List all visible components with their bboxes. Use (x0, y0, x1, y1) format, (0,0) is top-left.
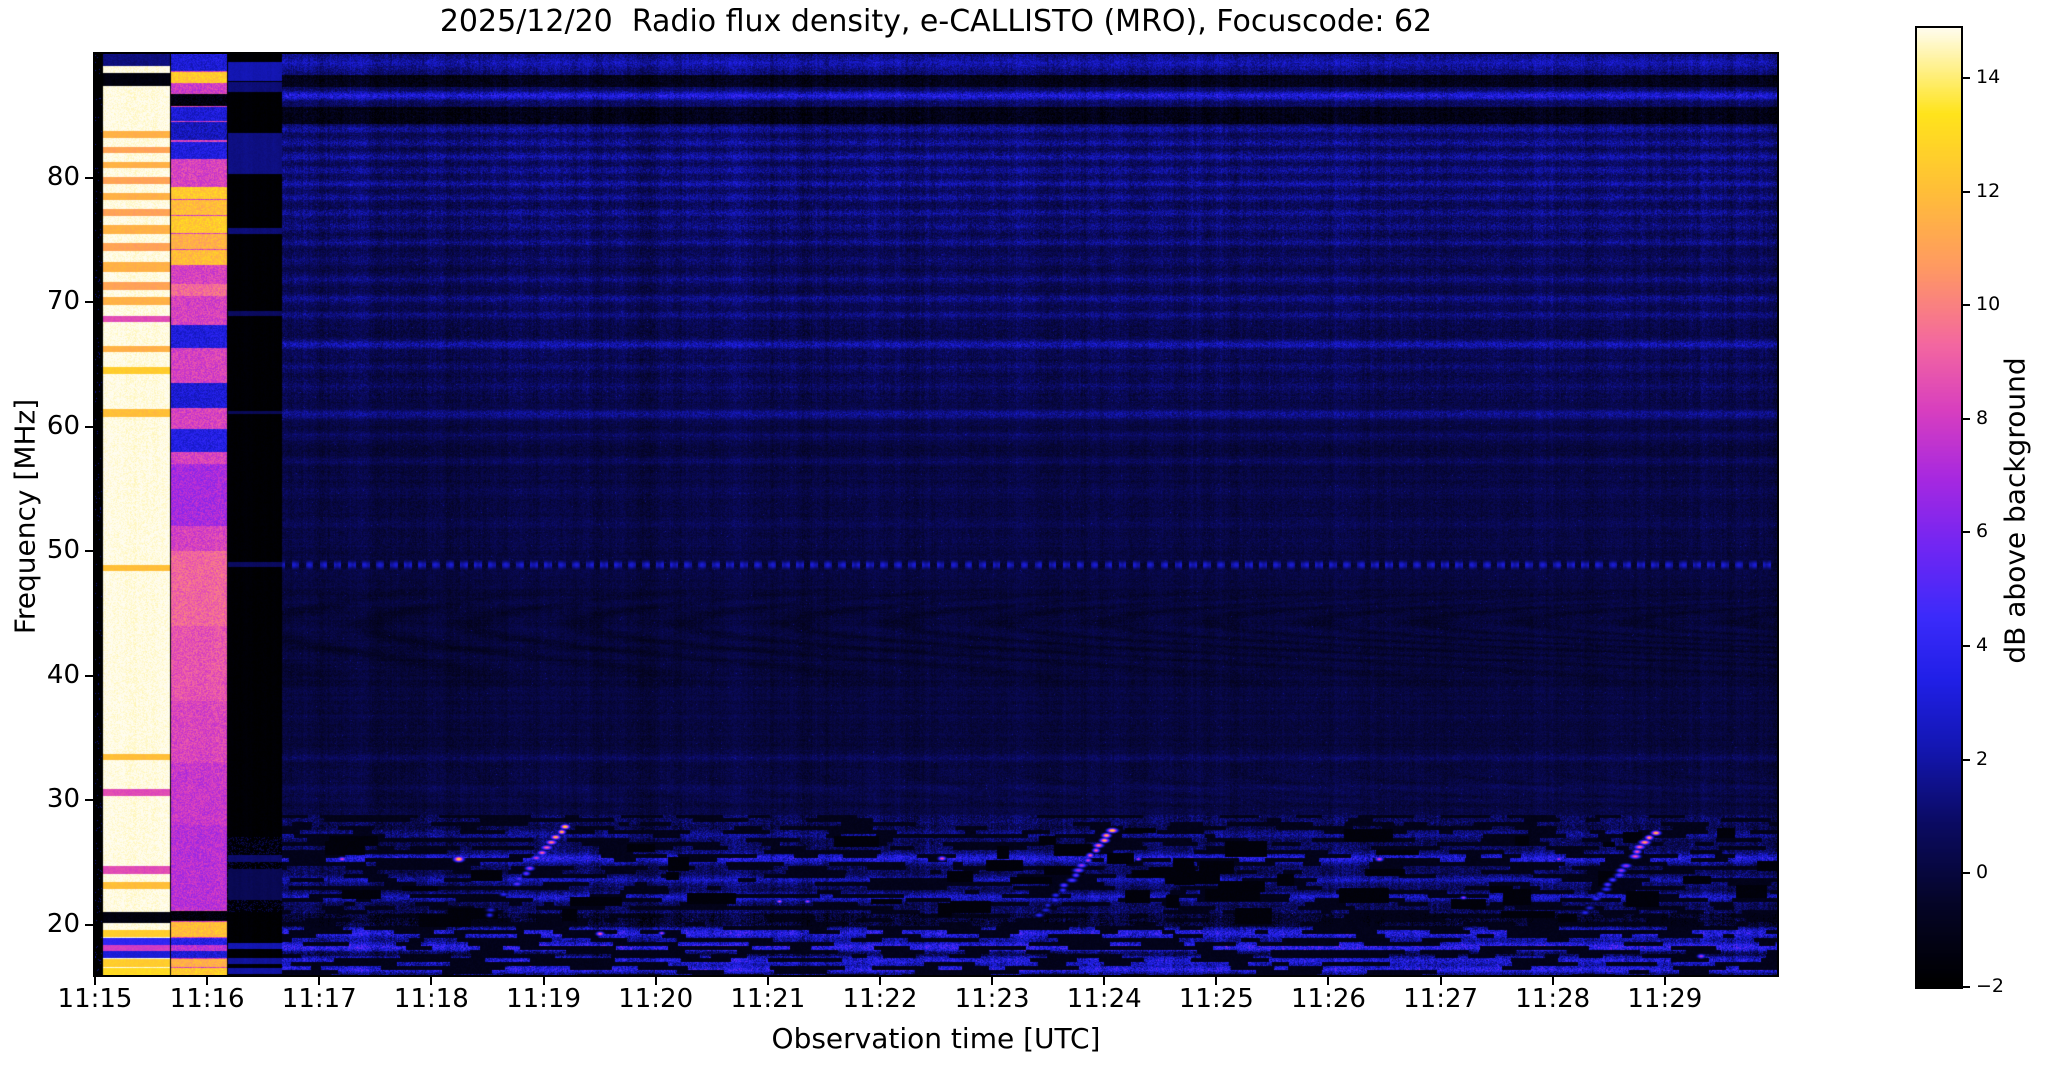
x-tick-label: 11:26 (1290, 984, 1366, 1014)
x-tick-label: 11:18 (393, 984, 469, 1014)
colorbar-tick-mark (1962, 872, 1970, 875)
y-tick-label: 30 (46, 784, 80, 815)
colorbar-tick-label: 2 (1976, 747, 1989, 770)
colorbar-tick-mark (1962, 76, 1970, 79)
y-tick-mark (85, 923, 94, 926)
colorbar-tick-mark (1962, 531, 1970, 534)
y-axis-label: Frequency [MHz] (8, 398, 42, 635)
x-tick-label: 11:19 (506, 984, 581, 1014)
x-tick-label: 11:20 (618, 984, 694, 1014)
y-tick-mark (85, 799, 94, 802)
colorbar-tick-label: 12 (1976, 179, 2001, 202)
x-tick-label: 11:15 (57, 984, 133, 1014)
x-tick-label: 11:24 (1066, 984, 1142, 1014)
x-tick-label: 11:29 (1627, 984, 1703, 1014)
colorbar-tick-mark (1962, 190, 1970, 193)
x-tick-label: 11:22 (842, 984, 918, 1014)
x-tick-label: 11:17 (281, 984, 357, 1014)
x-tick-label: 11:23 (954, 984, 1030, 1014)
x-tick-label: 11:21 (730, 984, 806, 1014)
y-tick-label: 20 (46, 908, 80, 939)
colorbar-label: dB above background (1998, 357, 2032, 664)
figure-root: 2025/12/20 Radio flux density, e-CALLIST… (0, 0, 2047, 1067)
colorbar-tick-label: 0 (1976, 861, 1989, 884)
colorbar-tick-label: 14 (1976, 65, 2001, 88)
colorbar-tick-mark (1962, 986, 1970, 988)
y-tick-mark (85, 550, 94, 553)
colorbar-tick-mark (1962, 304, 1970, 307)
x-tick-label: 11:28 (1515, 984, 1591, 1014)
y-tick-mark (85, 674, 94, 677)
y-tick-mark (85, 301, 94, 304)
y-tick-label: 80 (46, 161, 80, 192)
y-tick-mark (85, 425, 94, 428)
y-tick-mark (85, 176, 94, 179)
chart-title: 2025/12/20 Radio flux density, e-CALLIST… (439, 4, 1433, 39)
y-tick-label: 70 (46, 286, 80, 317)
x-tick-label: 11:25 (1178, 984, 1254, 1014)
x-tick-label: 11:16 (169, 984, 245, 1014)
colorbar-tick-label: −2 (1976, 975, 2005, 997)
x-tick-label: 11:27 (1403, 984, 1479, 1014)
colorbar-tick-mark (1962, 417, 1970, 420)
colorbar-tick-mark (1962, 645, 1970, 648)
x-axis-label: Observation time [UTC] (771, 1022, 1101, 1055)
colorbar-tick-mark (1962, 758, 1970, 761)
plot-border (93, 52, 1779, 977)
colorbar-border (1915, 26, 1963, 989)
